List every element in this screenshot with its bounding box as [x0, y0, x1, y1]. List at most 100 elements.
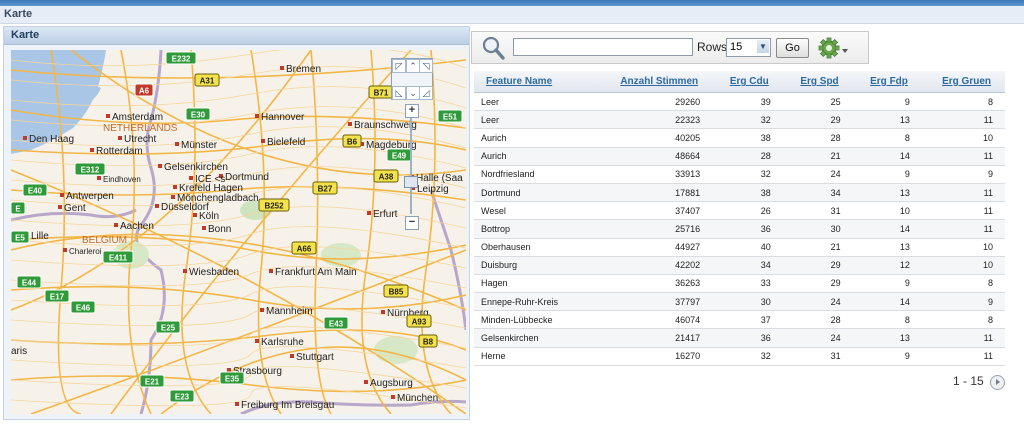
table-cell: 21 — [782, 238, 853, 257]
road-shield-label: E35 — [225, 375, 240, 384]
city-label: Antwerpen — [60, 191, 114, 202]
table-cell: 10 — [921, 128, 1005, 148]
table-cell: 33 — [712, 274, 783, 294]
city-marker — [255, 339, 259, 343]
table-cell: 13 — [852, 238, 922, 257]
table-cell: 8 — [921, 310, 1005, 330]
city-name: Augsburg — [370, 378, 413, 389]
table-cell: Aurich — [474, 128, 594, 148]
table-row: Aurich 48664 28 21 14 11 — [474, 147, 1005, 166]
gear-icon[interactable] — [817, 36, 851, 60]
pagination-range: 1 - 15 — [953, 374, 984, 388]
road-shield-label: A66 — [297, 245, 312, 254]
city-name: Dortmund — [225, 172, 269, 183]
search-input[interactable] — [513, 38, 693, 56]
table-cell: 10 — [921, 238, 1005, 257]
table-cell: 24 — [782, 292, 853, 312]
road-shield-label: E40 — [28, 187, 43, 196]
table-cell: 11 — [921, 201, 1005, 221]
column-header[interactable]: Erg Gruen — [921, 71, 1005, 93]
city-name: Stuttgart — [296, 352, 334, 363]
city-name: München — [397, 393, 438, 404]
table-cell: 42202 — [593, 256, 713, 275]
city-name: NETHERLANDS — [103, 123, 178, 134]
city-label: NETHERLANDS — [103, 123, 178, 134]
table-cell: 12 — [852, 256, 922, 275]
city-label: Amsterdam — [106, 112, 163, 123]
road-shield-label: E312 — [81, 166, 100, 175]
pan-southwest-icon[interactable]: ◺ — [392, 86, 406, 100]
table-cell: 33913 — [593, 165, 713, 184]
table-cell: 28 — [782, 310, 853, 330]
table-row: Duisburg 42202 34 29 12 10 — [474, 256, 1005, 275]
city-marker — [58, 205, 62, 209]
zoom-slider-thumb[interactable] — [404, 176, 418, 188]
column-header[interactable]: Feature Name — [474, 71, 594, 93]
table-cell: 48664 — [593, 147, 713, 166]
map-region-header: Karte — [4, 27, 469, 45]
column-header[interactable]: Erg Cdu — [712, 71, 783, 93]
road-shield-label: B27 — [318, 185, 333, 194]
city-label: BELGIUM — [82, 235, 127, 246]
table-cell: 37 — [712, 310, 783, 330]
table-cell: 9 — [921, 292, 1005, 312]
table-cell: 25716 — [593, 219, 713, 239]
city-name: Karlsruhe — [261, 337, 304, 348]
map-viewport[interactable]: Bremen Amsterdam NETHERLANDS Utrecht Den Haa… — [11, 50, 466, 414]
pan-northwest-icon[interactable]: ◸ — [392, 59, 406, 73]
road-shield: B252 — [258, 198, 290, 212]
road-shield-label: E — [15, 205, 21, 214]
city-marker — [193, 213, 197, 217]
city-marker — [364, 380, 368, 384]
table-cell: Leer — [474, 92, 594, 112]
table-cell: 14 — [852, 292, 922, 312]
city-name: Aachen — [120, 221, 154, 232]
city-name: Utrecht — [124, 134, 156, 145]
zoom-slider[interactable]: + − — [404, 104, 419, 230]
table-cell: 8 — [921, 274, 1005, 294]
city-label: Dortmund — [219, 172, 269, 183]
magnifier-icon[interactable] — [480, 35, 506, 61]
table-cell: 21417 — [593, 328, 713, 348]
table-cell: 32 — [712, 110, 783, 130]
table-cell: Wesel — [474, 201, 594, 221]
road-shield: E43 — [323, 316, 349, 330]
column-header[interactable]: Erg Spd — [782, 71, 853, 93]
city-name: Eindhoven — [103, 175, 141, 184]
table-cell: 40205 — [593, 128, 713, 148]
city-marker — [158, 164, 162, 168]
road-shield: A31 — [194, 73, 220, 87]
zoom-out-icon[interactable]: − — [405, 216, 419, 230]
city-label: Bonn — [202, 224, 231, 235]
table-row: Aurich 40205 38 28 8 10 — [474, 128, 1005, 148]
table-cell: Bottrop — [474, 219, 594, 239]
pan-south-icon[interactable]: ⌄ — [406, 86, 420, 100]
table-row: Dortmund 17881 38 34 13 11 — [474, 183, 1005, 203]
road-shield: E232 — [165, 51, 197, 65]
city-label: Utrecht — [118, 134, 156, 145]
city-label: Frankfurt Am Main — [269, 267, 357, 278]
column-header[interactable]: Anzahl Stimmen — [593, 71, 713, 93]
city-marker — [260, 308, 264, 312]
pan-northeast-icon[interactable]: ◹ — [419, 59, 433, 73]
zoom-in-icon[interactable]: + — [405, 104, 419, 118]
go-button[interactable]: Go — [776, 38, 809, 58]
city-name: Bielefeld — [267, 137, 305, 148]
pan-southeast-icon[interactable]: ◿ — [419, 86, 433, 100]
table-cell: 11 — [921, 147, 1005, 166]
table-cell: 32 — [712, 347, 783, 366]
table-cell: 8 — [921, 92, 1005, 112]
road-shield: E21 — [139, 374, 165, 388]
table-cell: 13 — [852, 328, 922, 348]
table-row: Minden-Lübbecke 46074 37 28 8 8 — [474, 310, 1005, 330]
pan-north-icon[interactable]: ⌃ — [406, 59, 420, 73]
city-label: Bremen — [280, 64, 321, 75]
column-header[interactable]: Erg Fdp — [852, 71, 922, 93]
rows-select[interactable]: 15 ▼ — [726, 38, 771, 57]
road-shield: B8 — [418, 334, 438, 348]
city-name: Mannheim — [266, 306, 313, 317]
table-cell: 24 — [782, 328, 853, 348]
next-page-icon[interactable] — [990, 375, 1005, 390]
road-shield: E46 — [70, 300, 96, 314]
table-cell: 34 — [712, 256, 783, 275]
